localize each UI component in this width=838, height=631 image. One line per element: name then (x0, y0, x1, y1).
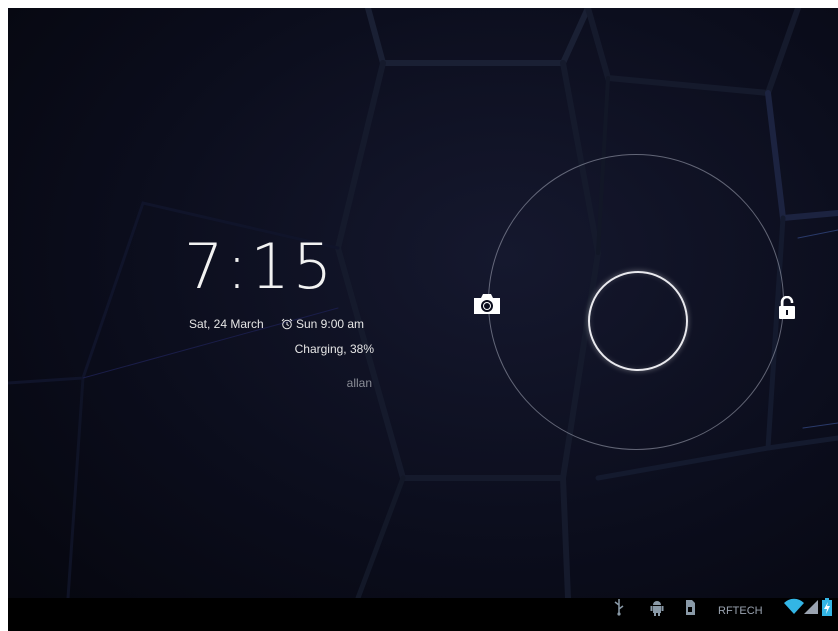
android-debug-icon (650, 601, 664, 616)
alarm-info: Sun 9:00 am (281, 317, 364, 331)
unlock-icon[interactable] (778, 296, 796, 320)
unlock-handle[interactable] (588, 271, 688, 371)
date-label: Sat, 24 March (189, 317, 264, 331)
system-bar (8, 598, 838, 631)
alarm-label: Sun 9:00 am (296, 317, 365, 331)
wifi-icon (784, 598, 804, 614)
alarm-clock-icon (281, 318, 293, 330)
camera-icon[interactable] (472, 292, 502, 316)
clock-time: 7:15 (184, 230, 336, 303)
battery-charging-icon (822, 598, 832, 616)
charging-status: Charging, 38% (294, 342, 374, 356)
carrier-name: RFTECH (718, 605, 763, 617)
usb-icon (614, 599, 624, 616)
lock-screen: 7:15 Sat, 24 March Sun 9:00 am Charging,… (8, 8, 838, 631)
sd-card-icon (686, 600, 695, 615)
signal-icon (804, 600, 818, 614)
owner-info: allan (346, 376, 372, 390)
